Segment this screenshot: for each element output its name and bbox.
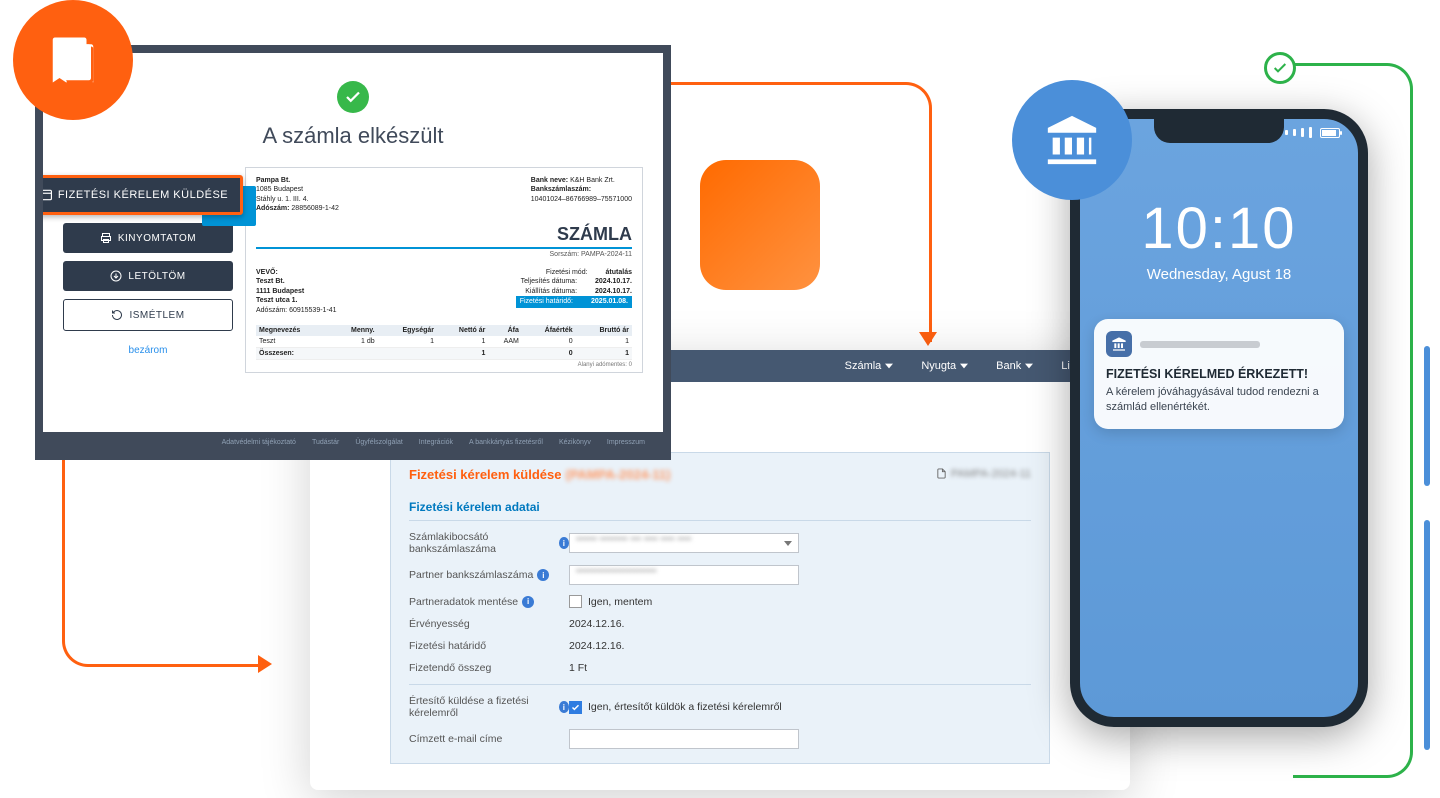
file-name: PAMPA-2024-11 xyxy=(951,468,1031,480)
field-label: Fizetendő összeg xyxy=(409,662,569,674)
field-label: Fizetési határidő xyxy=(409,640,569,652)
field-label: Partner bankszámlaszámai xyxy=(409,569,569,581)
phone-notch xyxy=(1154,119,1284,143)
checkbox-label: Igen, értesítőt küldök a fizetési kérele… xyxy=(588,701,782,713)
lockscreen-time: 10:10 xyxy=(1080,195,1358,262)
validity-value: 2024.12.16. xyxy=(569,618,624,630)
field-label: Érvényesség xyxy=(409,618,569,630)
lockscreen-date: Wednesday, Agust 18 xyxy=(1080,266,1358,283)
step-icon-invoice xyxy=(13,0,133,120)
decorative-bar xyxy=(1424,520,1430,750)
footer-link[interactable]: Impresszum xyxy=(607,439,645,446)
send-payment-request-button[interactable]: FIZETÉSI KÉRELEM KÜLDÉSE xyxy=(35,175,243,215)
form-section-title: Fizetési kérelem adatai xyxy=(409,500,1031,521)
invoice-preview: Pampa Bt. 1085 Budapest Stáhly u. 1. III… xyxy=(245,167,643,373)
success-check-icon xyxy=(337,81,369,113)
repeat-button[interactable]: ISMÉTLEM xyxy=(63,299,233,331)
nav-item[interactable]: Számla xyxy=(845,360,894,372)
flow-arrow-1-head xyxy=(919,332,937,346)
file-link[interactable]: PAMPA-2024-11 xyxy=(936,467,1031,480)
footer-link[interactable]: Ügyfélszolgálat xyxy=(355,439,402,446)
invoice-serial: Sorszám: PAMPA-2024-11 xyxy=(256,251,632,258)
info-icon[interactable]: i xyxy=(522,596,534,608)
footer-link[interactable]: Adatvédelmi tájékoztató xyxy=(222,439,296,446)
flow-arrow-2-corner xyxy=(62,637,262,667)
field-label: Számlakibocsátó bankszámlaszámai xyxy=(409,531,569,555)
seller-block: Pampa Bt. 1085 Budapest Stáhly u. 1. III… xyxy=(256,176,339,214)
checkbox-label: Igen, mentem xyxy=(588,596,652,608)
flow-arrow-1 xyxy=(672,82,932,342)
buyer-block: VEVŐ: Teszt Bt. 1111 Budapest Teszt utca… xyxy=(256,268,337,315)
panel-footer-links: Adatvédelmi tájékoztató Tudástár Ügyfélszo… xyxy=(43,432,663,452)
flow-arrow-2-head xyxy=(258,655,272,673)
form-card: PAMPA-2024-11 Fizetési kérelem küldése(P… xyxy=(390,452,1050,764)
action-button-column: FIZETÉSI KÉRELEM KÜLDÉSE KINYOMTATOM LET… xyxy=(63,175,233,373)
info-icon[interactable]: i xyxy=(537,569,549,581)
invoice-done-panel: A számla elkészült FIZETÉSI KÉRELEM KÜLD… xyxy=(35,45,671,460)
partner-account-input[interactable]: ••••••••••••••••••••••• xyxy=(569,565,799,585)
nav-item[interactable]: Bank xyxy=(996,360,1033,372)
footer-link[interactable]: Tudástár xyxy=(312,439,339,446)
invoice-meta: Fizetési mód:átutalás Teljesítés dátuma:… xyxy=(516,268,632,315)
footer-link[interactable]: Kézikönyv xyxy=(559,439,591,446)
notification-app-name-placeholder xyxy=(1140,341,1260,348)
notification-card[interactable]: FIZETÉSI KÉRELMED ÉRKEZETT! A kérelem jó… xyxy=(1094,319,1344,429)
field-label: Címzett e-mail címe xyxy=(409,733,569,745)
recipient-email-input[interactable] xyxy=(569,729,799,749)
close-link[interactable]: bezárom xyxy=(63,345,233,356)
info-icon[interactable]: i xyxy=(559,537,569,549)
field-label: Partneradatok mentései xyxy=(409,596,569,608)
deadline-value: 2024.12.16. xyxy=(569,640,624,652)
notify-checkbox[interactable] xyxy=(569,701,582,714)
save-partner-checkbox[interactable] xyxy=(569,595,582,608)
info-icon[interactable]: i xyxy=(559,701,569,713)
invoice-title: SZÁMLA xyxy=(256,224,632,249)
decorative-bar xyxy=(1424,346,1430,486)
field-label: Értesítő küldése a fizetési kérelemrőli xyxy=(409,695,569,719)
amount-value: 1 Ft xyxy=(569,662,587,674)
step-icon-bank xyxy=(1012,80,1132,200)
flow-arrow-2 xyxy=(62,460,65,640)
footer-link[interactable]: Integrációk xyxy=(419,439,453,446)
button-label: ISMÉTLEM xyxy=(129,310,184,321)
nav-item[interactable]: Nyugta xyxy=(921,360,968,372)
invoice-line-items: MegnevezésMenny.EgységárNettó árÁfaÁfaér… xyxy=(256,325,632,360)
print-button[interactable]: KINYOMTATOM xyxy=(63,223,233,253)
notification-app-icon xyxy=(1106,331,1132,357)
footer-link[interactable]: A bankkártyás fizetésről xyxy=(469,439,543,446)
notification-title: FIZETÉSI KÉRELMED ÉRKEZETT! xyxy=(1106,367,1332,381)
button-label: LETÖLTÖM xyxy=(128,271,185,282)
phone-status-bar xyxy=(1285,127,1340,138)
invoice-tax-summary: Alanyi adómentes: 0 xyxy=(256,362,632,368)
download-button[interactable]: LETÖLTÖM xyxy=(63,261,233,291)
success-check-icon xyxy=(1264,52,1296,84)
phone-mockup: 10:10 Wednesday, Agust 18 FIZETÉSI KÉREL… xyxy=(1070,109,1368,727)
button-label: KINYOMTATOM xyxy=(118,233,196,244)
panel-title: A számla elkészült xyxy=(43,123,663,149)
issuer-account-select[interactable]: •••••• •••••••• ••• •••• •••• •••• xyxy=(569,533,799,553)
notification-body: A kérelem jóváhagyásával tudod rendezni … xyxy=(1106,385,1332,415)
button-label: FIZETÉSI KÉRELEM KÜLDÉSE xyxy=(58,189,228,201)
bank-block: Bank neve: K&H Bank Zrt. Bankszámlaszám:… xyxy=(531,176,632,214)
